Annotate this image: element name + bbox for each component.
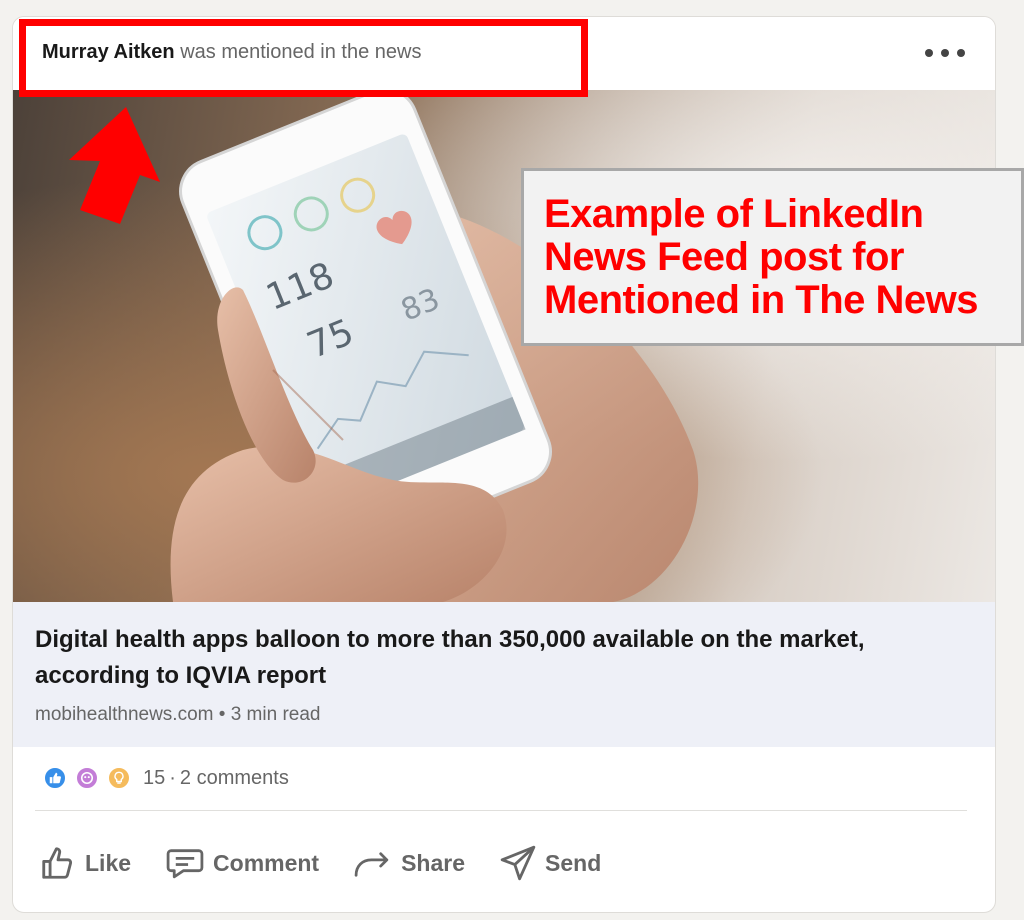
article-preview[interactable]: Digital health apps balloon to more than…: [13, 602, 995, 747]
article-source: mobihealthnews.com: [35, 704, 214, 725]
annotation-callout: Example of LinkedIn News Feed post for M…: [521, 168, 1024, 346]
like-icon: [42, 847, 73, 879]
share-label: Share: [401, 849, 466, 876]
comment-icon: [166, 849, 204, 879]
more-dot-icon: [957, 49, 965, 57]
like-reaction-icon: [43, 766, 67, 790]
share-icon: [354, 852, 389, 877]
action-bar: Like Comment Share Send: [35, 837, 631, 889]
article-separator: •: [218, 704, 226, 725]
more-dot-icon: [941, 49, 949, 57]
send-button[interactable]: Send: [495, 837, 605, 889]
like-label: Like: [85, 849, 132, 876]
reaction-count[interactable]: 15: [143, 767, 165, 790]
article-title[interactable]: Digital health apps balloon to more than…: [35, 622, 965, 694]
divider: [35, 810, 967, 811]
share-button[interactable]: Share: [349, 837, 469, 889]
annotation-arrow-icon: [69, 107, 160, 224]
social-counts[interactable]: 15 · 2 comments: [43, 762, 289, 794]
comment-label: Comment: [213, 849, 320, 876]
comment-count[interactable]: 2 comments: [180, 767, 289, 790]
send-icon: [500, 845, 536, 881]
social-separator: ·: [169, 766, 176, 789]
like-button[interactable]: Like: [35, 837, 135, 889]
send-label: Send: [545, 849, 602, 876]
callout-text: Example of LinkedIn News Feed post for M…: [544, 192, 978, 322]
comment-button[interactable]: Comment: [161, 837, 323, 889]
more-options-button[interactable]: [925, 43, 965, 63]
article-read-time: 3 min read: [230, 704, 321, 725]
celebrate-reaction-icon: [75, 766, 99, 790]
insightful-reaction-icon: [107, 766, 131, 790]
annotation-highlight-box: [19, 19, 588, 97]
article-source-line: mobihealthnews.com • 3 min read: [35, 704, 975, 726]
more-dot-icon: [925, 49, 933, 57]
